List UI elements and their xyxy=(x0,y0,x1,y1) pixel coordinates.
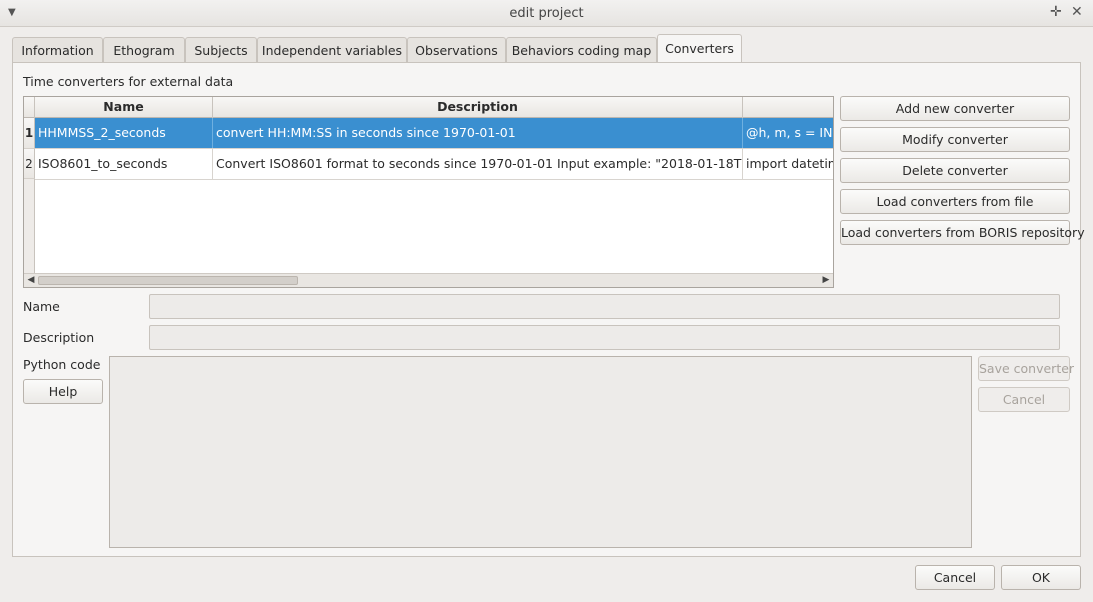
cell-code[interactable]: import datetim xyxy=(743,149,833,179)
python-code-label: Python code xyxy=(23,357,101,372)
help-button[interactable]: Help xyxy=(23,379,103,404)
scrollbar-thumb[interactable] xyxy=(38,276,298,285)
ok-button[interactable]: OK xyxy=(1001,565,1081,590)
row-header-filler xyxy=(24,179,35,273)
column-header-description[interactable]: Description xyxy=(213,97,743,118)
column-header-code[interactable] xyxy=(743,97,833,118)
column-header-name[interactable]: Name xyxy=(35,97,213,118)
cell-name[interactable]: ISO8601_to_seconds xyxy=(35,149,213,179)
tab-subjects[interactable]: Subjects xyxy=(185,37,257,63)
corner-header xyxy=(24,97,35,118)
scroll-left-icon[interactable]: ◀ xyxy=(25,274,37,287)
tab-converters[interactable]: Converters xyxy=(657,34,742,63)
delete-converter-button[interactable]: Delete converter xyxy=(840,158,1070,183)
table-header: Name Description xyxy=(24,97,833,118)
scroll-right-icon[interactable]: ▶ xyxy=(820,274,832,287)
close-icon[interactable]: ✕ xyxy=(1071,4,1083,20)
cell-description[interactable]: Convert ISO8601 format to seconds since … xyxy=(213,149,743,179)
window-titlebar: ▼ edit project ✛ ✕ xyxy=(0,0,1093,27)
cell-description[interactable]: convert HH:MM:SS in seconds since 1970-0… xyxy=(213,118,743,148)
horizontal-scrollbar[interactable]: ◀ ▶ xyxy=(24,273,833,287)
converters-table[interactable]: Name Description 1 HHMMSS_2_seconds conv… xyxy=(23,96,834,288)
tab-independent-variables[interactable]: Independent variables xyxy=(257,37,407,63)
python-code-editor[interactable] xyxy=(109,356,972,548)
cell-code[interactable]: @h, m, s = INPU xyxy=(743,118,833,148)
cell-name[interactable]: HHMMSS_2_seconds xyxy=(35,118,213,148)
tab-observations[interactable]: Observations xyxy=(407,37,506,63)
section-label: Time converters for external data xyxy=(23,74,234,89)
tab-behaviors-coding-map[interactable]: Behaviors coding map xyxy=(506,37,657,63)
add-converter-button[interactable]: Add new converter xyxy=(840,96,1070,121)
maximize-icon[interactable]: ✛ xyxy=(1050,4,1062,20)
description-label: Description xyxy=(23,330,95,345)
tab-information[interactable]: Information xyxy=(12,37,103,63)
window-title: edit project xyxy=(509,6,584,21)
load-converters-file-button[interactable]: Load converters from file xyxy=(840,189,1070,214)
table-row[interactable]: ISO8601_to_seconds Convert ISO8601 forma… xyxy=(35,149,833,180)
name-field[interactable] xyxy=(149,294,1060,319)
tab-ethogram[interactable]: Ethogram xyxy=(103,37,185,63)
load-converters-repository-button[interactable]: Load converters from BORIS repository xyxy=(840,220,1085,245)
table-row[interactable]: HHMMSS_2_seconds convert HH:MM:SS in sec… xyxy=(35,118,833,149)
modify-converter-button[interactable]: Modify converter xyxy=(840,127,1070,152)
save-converter-button[interactable]: Save converter xyxy=(978,356,1074,381)
description-field[interactable] xyxy=(149,325,1060,350)
cancel-edit-button[interactable]: Cancel xyxy=(978,387,1070,412)
row-header-1[interactable]: 1 xyxy=(24,118,35,149)
row-header-2[interactable]: 2 xyxy=(24,149,35,179)
name-label: Name xyxy=(23,299,60,314)
cancel-button[interactable]: Cancel xyxy=(915,565,995,590)
